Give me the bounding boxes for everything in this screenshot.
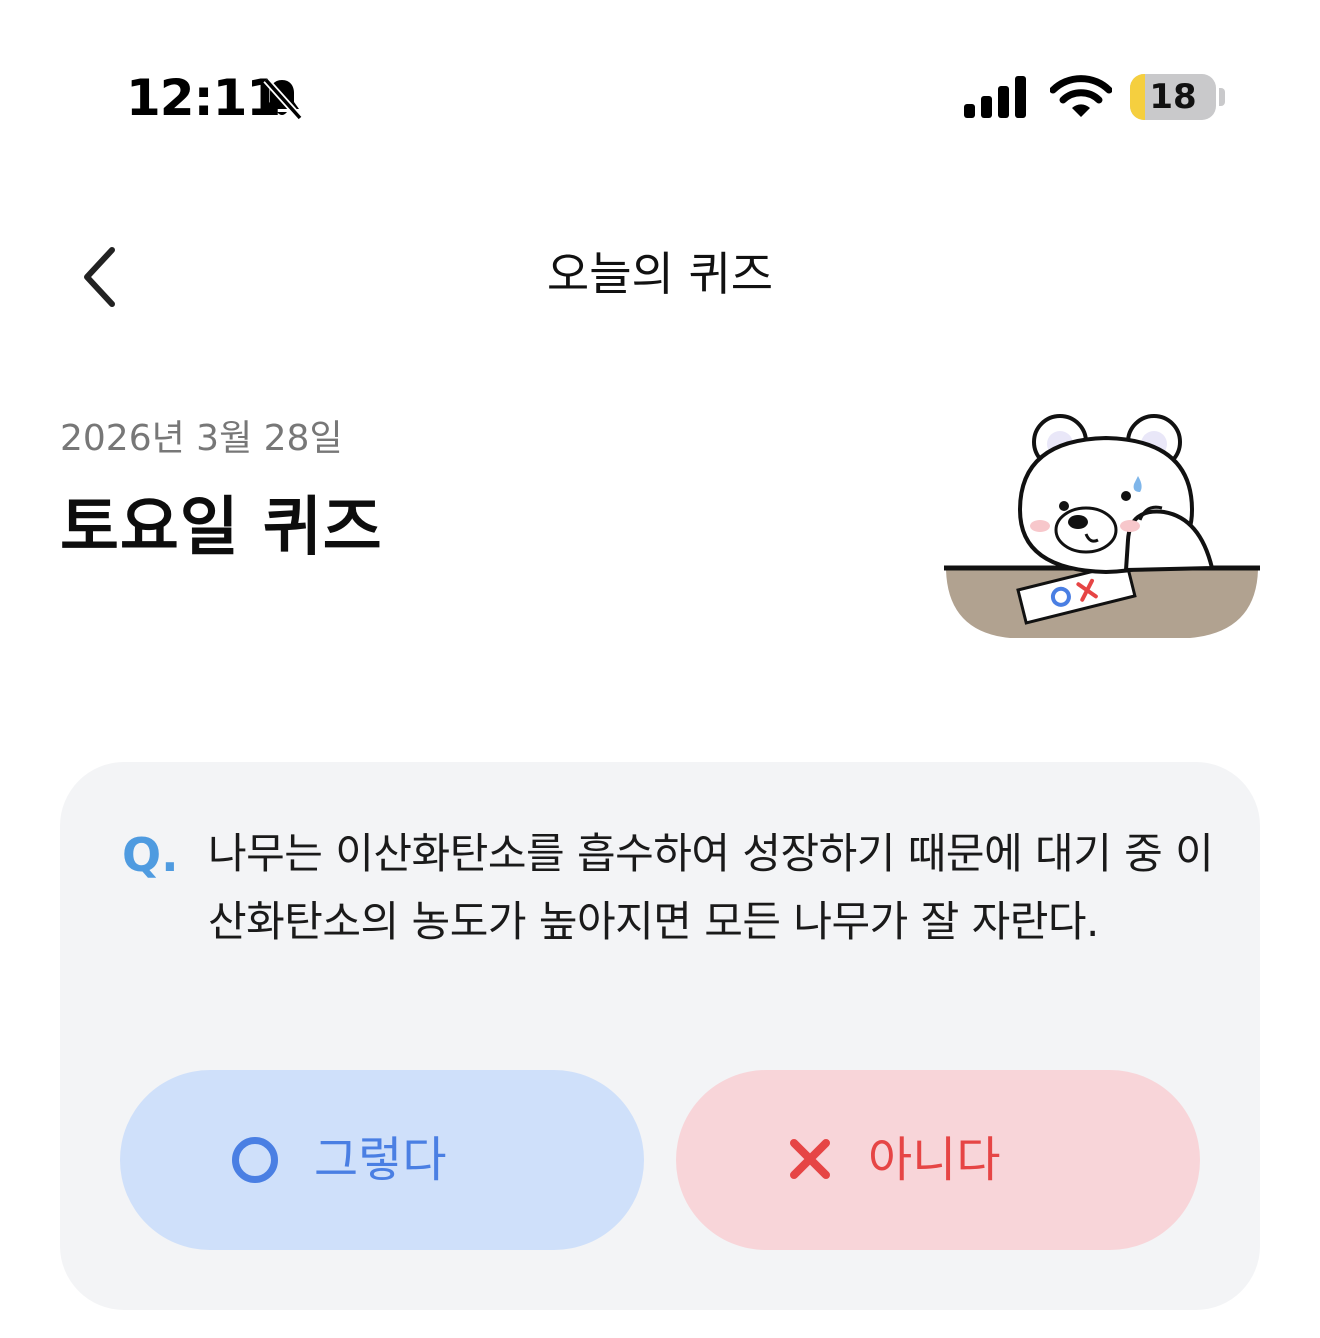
answer-no-label: 아니다: [868, 1132, 1001, 1188]
bear-thinking-illustration: [944, 414, 1260, 638]
question-marker: Q.: [122, 828, 179, 882]
battery-percent: 18: [1149, 77, 1197, 117]
quiz-date: 2026년 3월 28일: [60, 418, 343, 459]
cellular-signal-icon: [964, 76, 1026, 118]
question-text: 나무는 이산화탄소를 흡수하여 성장하기 때문에 대기 중 이산화탄소의 농도가…: [208, 829, 1214, 946]
battery-indicator: 18: [1130, 74, 1216, 120]
wifi-icon: [1050, 75, 1112, 117]
answer-yes-label: 그렇다: [314, 1132, 447, 1188]
bell-slash-icon: [263, 77, 303, 121]
circle-o-icon: [232, 1137, 278, 1183]
page-title: 오늘의 퀴즈: [546, 247, 774, 301]
quiz-title: 토요일 퀴즈: [60, 491, 383, 565]
x-mark-icon: [790, 1139, 830, 1179]
battery-nub: [1219, 88, 1225, 106]
